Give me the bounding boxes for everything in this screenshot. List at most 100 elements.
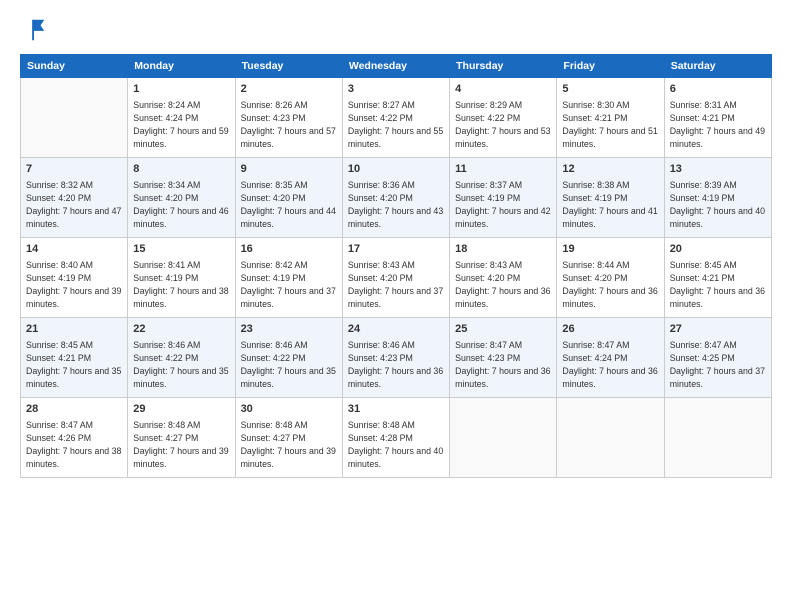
sunset-label: Sunset: 4:19 PM [241, 273, 306, 283]
sunset-label: Sunset: 4:22 PM [133, 353, 198, 363]
day-number: 20 [670, 242, 766, 257]
day-detail: Sunrise: 8:47 AMSunset: 4:26 PMDaylight:… [26, 419, 122, 470]
daylight-label: Daylight: 7 hours and 35 minutes. [241, 366, 336, 389]
day-detail: Sunrise: 8:47 AMSunset: 4:23 PMDaylight:… [455, 339, 551, 390]
sunset-label: Sunset: 4:23 PM [348, 353, 413, 363]
daylight-label: Daylight: 7 hours and 55 minutes. [348, 126, 443, 149]
day-number: 30 [241, 402, 337, 417]
calendar-cell: 13Sunrise: 8:39 AMSunset: 4:19 PMDayligh… [664, 158, 771, 238]
day-detail: Sunrise: 8:30 AMSunset: 4:21 PMDaylight:… [562, 99, 658, 150]
calendar-cell: 24 Sunrise: 8:46 AM Sunset: 4:23 PM Dayligh… [342, 318, 449, 398]
day-detail: Sunrise: 8:40 AMSunset: 4:19 PMDaylight:… [26, 259, 122, 310]
calendar-cell: 26Sunrise: 8:47 AMSunset: 4:24 PMDayligh… [557, 318, 664, 398]
daylight-label: Daylight: 7 hours and 46 minutes. [133, 206, 228, 229]
sunset-label: Sunset: 4:20 PM [348, 193, 413, 203]
sunrise-label: Sunrise: 8:45 AM [26, 340, 93, 350]
calendar-cell: 14 Sunrise: 8:40 AMSunset: 4:19 PMDayligh… [21, 238, 128, 318]
sunset-label: Sunset: 4:24 PM [133, 113, 198, 123]
day-number: 28 [26, 402, 122, 417]
sunset-label: Sunset: 4:20 PM [562, 273, 627, 283]
calendar-cell: 6Sunrise: 8:31 AMSunset: 4:21 PMDaylight… [664, 78, 771, 158]
day-number: 16 [241, 242, 337, 257]
sunset-label: Sunset: 4:19 PM [455, 193, 520, 203]
sunrise-label: Sunrise: 8:46 AM [241, 340, 308, 350]
weekday-header-row: SundayMondayTuesdayWednesdayThursdayFrid… [21, 55, 772, 78]
sunrise-label: Sunrise: 8:41 AM [133, 260, 200, 270]
sunrise-label: Sunrise: 8:47 AM [562, 340, 629, 350]
page: SundayMondayTuesdayWednesdayThursdayFrid… [0, 0, 792, 612]
day-detail: Sunrise: 8:45 AMSunset: 4:21 PMDaylight:… [670, 259, 766, 310]
daylight-label: Daylight: 7 hours and 41 minutes. [562, 206, 657, 229]
sunset-label: Sunset: 4:26 PM [26, 433, 91, 443]
day-number: 2 [241, 82, 337, 97]
calendar-cell: 4Sunrise: 8:29 AMSunset: 4:22 PMDaylight… [450, 78, 557, 158]
calendar: SundayMondayTuesdayWednesdayThursdayFrid… [20, 54, 772, 478]
day-detail: Sunrise: 8:27 AMSunset: 4:22 PMDaylight:… [348, 99, 444, 150]
calendar-cell: 10Sunrise: 8:36 AMSunset: 4:20 PMDayligh… [342, 158, 449, 238]
calendar-cell: 18Sunrise: 8:43 AMSunset: 4:20 PMDayligh… [450, 238, 557, 318]
day-number: 18 [455, 242, 551, 257]
sunset-label: Sunset: 4:21 PM [670, 113, 735, 123]
sunrise-label: Sunrise: 8:47 AM [455, 340, 522, 350]
daylight-label: Daylight: 7 hours and 36 minutes. [670, 286, 765, 309]
day-detail: Sunrise: 8:48 AMSunset: 4:28 PMDaylight:… [348, 419, 444, 470]
day-number: 1 [133, 82, 229, 97]
daylight-label: Daylight: 7 hours and 36 minutes. [348, 366, 443, 389]
day-number: 11 [455, 162, 551, 177]
sunrise-label: Sunrise: 8:46 AM [348, 340, 415, 350]
daylight-label: Daylight: 7 hours and 49 minutes. [670, 126, 765, 149]
day-detail: Sunrise: 8:31 AMSunset: 4:21 PMDaylight:… [670, 99, 766, 150]
day-number: 17 [348, 242, 444, 257]
day-detail: Sunrise: 8:36 AM Sunset: 4:20 PM Daylight:… [348, 179, 444, 230]
day-detail: Sunrise: 8:32 AMSunset: 4:20 PMDaylight:… [26, 179, 122, 230]
sunset-label: Sunset: 4:27 PM [241, 433, 306, 443]
calendar-cell [450, 398, 557, 478]
day-detail: Sunrise: 8:29 AMSunset: 4:22 PMDaylight:… [455, 99, 551, 150]
day-number: 29 [133, 402, 229, 417]
sunset-label: Sunset: 4:25 PM [670, 353, 735, 363]
day-number: 23 [241, 322, 337, 337]
weekday-header-tuesday: Tuesday [235, 55, 342, 78]
daylight-label: Daylight: 7 hours and 35 minutes. [26, 366, 121, 389]
sunrise-label: Sunrise: 8:35 AM [241, 180, 308, 190]
sunrise-label: Sunrise: 8:43 AM [348, 260, 415, 270]
daylight-label: Daylight: 7 hours and 35 minutes. [133, 366, 228, 389]
day-number: 24 [348, 322, 444, 337]
sunset-label: Sunset: 4:19 PM [133, 273, 198, 283]
daylight-label: Daylight: 7 hours and 36 minutes. [562, 286, 657, 309]
day-detail: Sunrise: 8:46 AM Sunset: 4:23 PM Daylight:… [348, 339, 444, 390]
calendar-cell: 3Sunrise: 8:27 AMSunset: 4:22 PMDaylight… [342, 78, 449, 158]
sunrise-label: Sunrise: 8:44 AM [562, 260, 629, 270]
day-detail: Sunrise: 8:48 AMSunset: 4:27 PMDaylight:… [133, 419, 229, 470]
sunrise-label: Sunrise: 8:48 AM [241, 420, 308, 430]
calendar-cell: 9Sunrise: 8:35 AMSunset: 4:20 PMDaylight… [235, 158, 342, 238]
sunrise-label: Sunrise: 8:43 AM [455, 260, 522, 270]
calendar-cell: 25Sunrise: 8:47 AMSunset: 4:23 PMDayligh… [450, 318, 557, 398]
sunset-label: Sunset: 4:28 PM [348, 433, 413, 443]
day-detail: Sunrise: 8:37 AMSunset: 4:19 PMDaylight:… [455, 179, 551, 230]
calendar-cell: 15Sunrise: 8:41 AMSunset: 4:19 PMDayligh… [128, 238, 235, 318]
day-number: 13 [670, 162, 766, 177]
week-row-5: 28 Sunrise: 8:47 AMSunset: 4:26 PMDayligh… [21, 398, 772, 478]
calendar-cell [557, 398, 664, 478]
sunset-label: Sunset: 4:21 PM [670, 273, 735, 283]
day-number: 14 [26, 242, 122, 257]
sunset-label: Sunset: 4:24 PM [562, 353, 627, 363]
calendar-cell: 7Sunrise: 8:32 AMSunset: 4:20 PMDaylight… [21, 158, 128, 238]
calendar-cell: 12Sunrise: 8:38 AMSunset: 4:19 PMDayligh… [557, 158, 664, 238]
daylight-label: Daylight: 7 hours and 47 minutes. [26, 206, 121, 229]
daylight-label: Daylight: 7 hours and 43 minutes. [348, 206, 443, 229]
day-number: 19 [562, 242, 658, 257]
sunrise-label: Sunrise: 8:26 AM [241, 100, 308, 110]
calendar-cell: 1Sunrise: 8:24 AMSunset: 4:24 PMDaylight… [128, 78, 235, 158]
sunrise-label: Sunrise: 8:36 AM [348, 180, 415, 190]
day-number: 22 [133, 322, 229, 337]
day-detail: Sunrise: 8:47 AMSunset: 4:24 PMDaylight:… [562, 339, 658, 390]
sunrise-label: Sunrise: 8:47 AM [670, 340, 737, 350]
weekday-header-thursday: Thursday [450, 55, 557, 78]
sunrise-label: Sunrise: 8:32 AM [26, 180, 93, 190]
daylight-label: Daylight: 7 hours and 51 minutes. [562, 126, 657, 149]
day-detail: Sunrise: 8:38 AMSunset: 4:19 PMDaylight:… [562, 179, 658, 230]
daylight-label: Daylight: 7 hours and 37 minutes. [670, 366, 765, 389]
sunrise-label: Sunrise: 8:40 AM [26, 260, 93, 270]
